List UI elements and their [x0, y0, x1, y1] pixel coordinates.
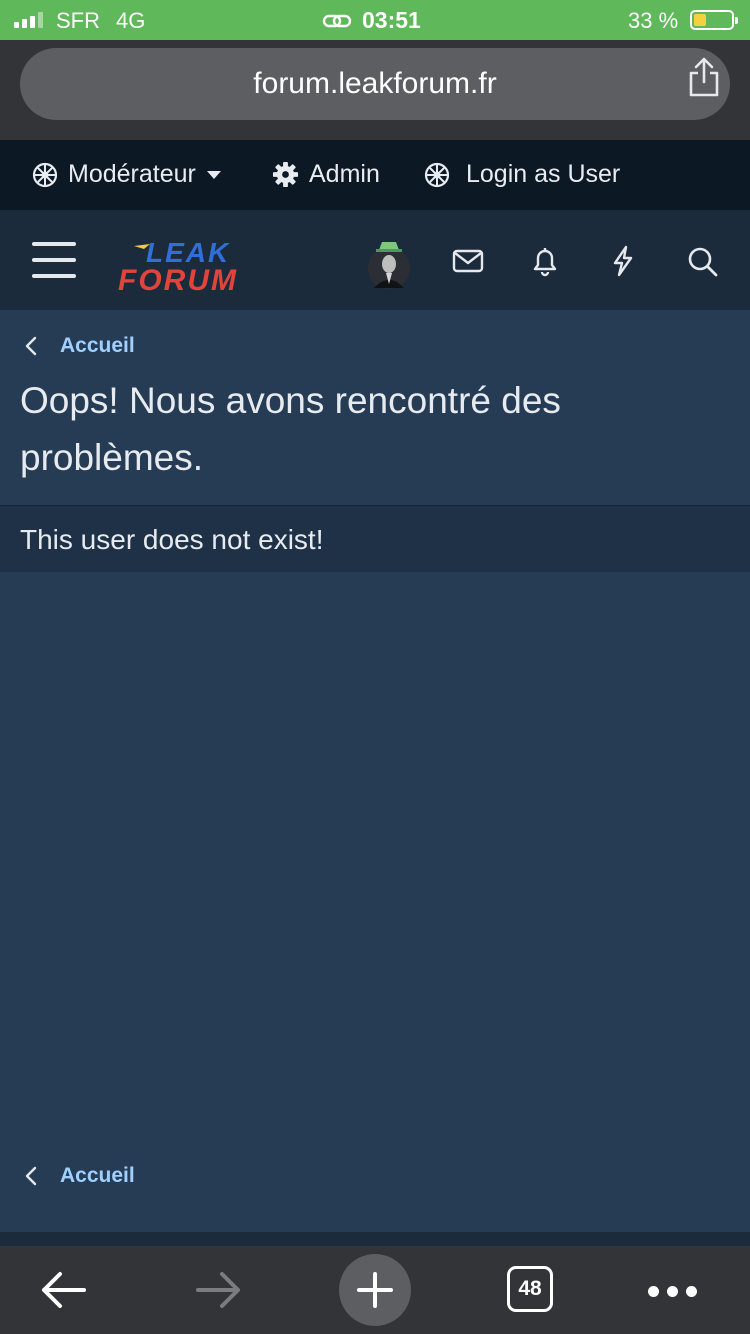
hamburger-menu-icon[interactable]	[32, 242, 76, 278]
plus-icon	[357, 1272, 393, 1308]
staff-bar: Modérateur Admin Login as User	[0, 140, 750, 210]
forward-arrow-icon[interactable]	[194, 1270, 244, 1310]
breadcrumb-bottom[interactable]: Accueil	[24, 1164, 135, 1188]
more-options-icon[interactable]	[648, 1286, 697, 1297]
share-icon[interactable]	[686, 56, 722, 98]
status-time: 03:51	[362, 7, 421, 33]
empire-icon	[424, 162, 450, 187]
network-type: 4G	[116, 8, 146, 33]
breadcrumb-home-link[interactable]: Accueil	[60, 334, 135, 358]
gear-icon	[272, 161, 299, 188]
error-message-block: This user does not exist!	[0, 505, 750, 572]
chevron-left-icon	[25, 336, 37, 356]
bell-icon[interactable]	[528, 244, 562, 278]
mail-icon[interactable]	[451, 244, 485, 278]
login-as-user-link[interactable]: Login as User	[424, 160, 620, 189]
tab-count: 48	[518, 1277, 542, 1300]
new-tab-button[interactable]	[339, 1254, 411, 1326]
logo-word-forum: FORUM	[118, 264, 238, 292]
empire-icon	[32, 162, 58, 187]
admin-link[interactable]: Admin	[272, 160, 380, 189]
status-time-group: 03:51	[322, 7, 421, 34]
page-footer-strip	[0, 1232, 750, 1246]
carrier-name: SFR	[56, 8, 100, 33]
browser-address-area: forum.leakforum.fr	[0, 40, 750, 140]
error-message: This user does not exist!	[20, 524, 324, 555]
error-title: Oops! Nous avons rencontré des problèmes…	[20, 380, 561, 478]
battery-percent: 33 %	[628, 8, 679, 33]
battery-icon	[690, 10, 738, 30]
moderator-menu[interactable]: Modérateur	[32, 160, 222, 189]
address-bar[interactable]: forum.leakforum.fr	[20, 48, 730, 120]
moderator-label: Modérateur	[68, 160, 196, 188]
login-as-user-label: Login as User	[466, 160, 621, 188]
chevron-left-icon	[25, 1166, 37, 1186]
cellular-signal-icon	[14, 12, 43, 28]
breadcrumb[interactable]: Accueil	[24, 334, 135, 358]
lightning-icon[interactable]	[606, 244, 640, 278]
caret-down-icon	[206, 170, 221, 179]
back-arrow-icon[interactable]	[38, 1270, 88, 1310]
search-icon[interactable]	[685, 244, 719, 278]
admin-label: Admin	[309, 160, 380, 188]
ios-status-bar: SFR 4G 03:51 33 %	[0, 0, 750, 40]
user-avatar[interactable]	[366, 228, 412, 294]
site-header: LEAK FORUM	[0, 210, 750, 310]
link-icon	[322, 14, 352, 27]
breadcrumb-home-link[interactable]: Accueil	[60, 1164, 135, 1188]
browser-toolbar: 48	[0, 1246, 750, 1334]
url-text: forum.leakforum.fr	[253, 67, 497, 100]
leakforum-logo[interactable]: LEAK FORUM	[116, 232, 312, 292]
tab-switcher-button[interactable]: 48	[507, 1266, 553, 1312]
